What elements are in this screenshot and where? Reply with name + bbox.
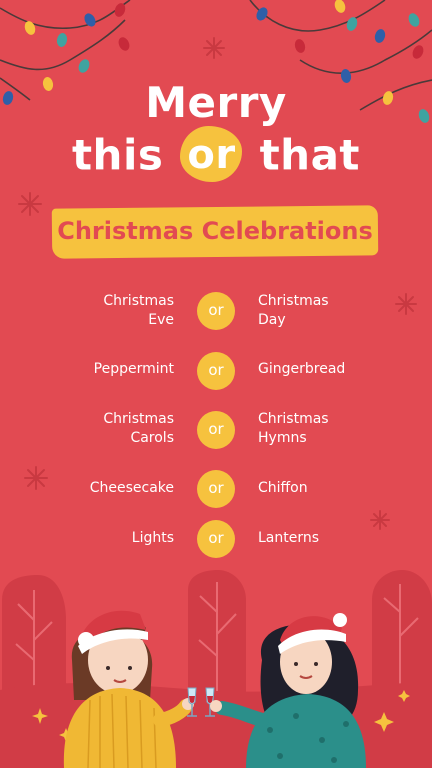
choice-right: Gingerbread	[258, 361, 346, 377]
choice-right: Chiffon	[258, 480, 308, 496]
choice-left: Lights	[131, 530, 174, 546]
title-this: this	[71, 130, 164, 180]
or-badge: or	[197, 520, 235, 558]
choice-left: Peppermint	[93, 361, 174, 377]
choice-left: Cheesecake	[89, 480, 174, 496]
choice-right: Lanterns	[258, 530, 320, 546]
or-badge: or	[197, 411, 235, 449]
title-line-2: this or that	[0, 126, 432, 186]
choice-right: Christmas Day	[258, 293, 329, 328]
title-that: that	[259, 130, 361, 180]
choice-right: Christmas Hymns	[258, 411, 329, 446]
or-badge: or	[197, 352, 235, 390]
title-or-badge: or	[180, 126, 243, 182]
or-badge: or	[197, 292, 235, 330]
or-badge: or	[197, 470, 235, 508]
title-line-1: Merry	[145, 78, 287, 127]
choice-left: Christmas Carols	[103, 411, 174, 446]
banner-label: Christmas Celebrations	[57, 217, 373, 245]
choice-left: Christmas Eve	[103, 293, 174, 328]
title-or: or	[187, 132, 236, 178]
poster: Merry this or that Christmas Celebration…	[0, 0, 432, 768]
